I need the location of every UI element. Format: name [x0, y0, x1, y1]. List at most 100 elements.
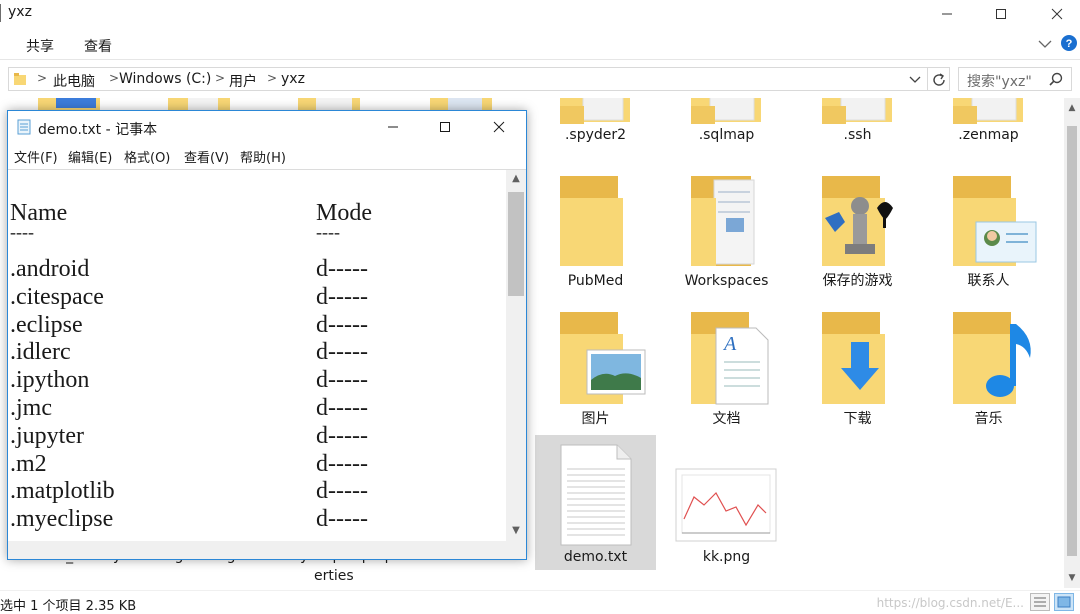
menu-format[interactable]: 格式(O) [124, 147, 170, 166]
scroll-down-arrow-icon[interactable]: ▼ [506, 522, 526, 540]
ribbon: 共享 查看 ? [0, 28, 1080, 60]
folder-item-ssh[interactable]: .ssh [797, 98, 918, 144]
close-icon [493, 121, 505, 133]
large-icons-view-icon [1057, 596, 1071, 608]
folder-item-workspaces[interactable]: Workspaces [666, 168, 787, 290]
documents-icon: A [666, 306, 787, 410]
music-icon [928, 306, 1049, 410]
help-icon[interactable]: ? [1060, 34, 1078, 52]
maximize-button[interactable] [978, 0, 1024, 28]
explorer-title: yxz [8, 4, 32, 20]
folder-item-spyder2[interactable]: .spyder2 [535, 98, 656, 144]
image-file-icon [666, 435, 787, 548]
notepad-minimize-button[interactable] [370, 111, 416, 143]
notepad-app-icon [17, 119, 31, 135]
scroll-down-arrow-icon[interactable]: ▼ [1067, 572, 1077, 584]
row-mode: d----- [316, 339, 368, 365]
desktop: { "explorer": { "title": "yxz", "ribbon_… [0, 0, 1080, 614]
menu-view[interactable]: 查看(V) [184, 147, 229, 166]
file-item-demo-txt[interactable]: demo.txt [535, 435, 656, 570]
folder-item-saved-games[interactable]: 保存的游戏 [797, 168, 918, 290]
row-mode: d----- [316, 312, 368, 338]
notepad-scrollbar[interactable]: ▲ ▼ [506, 169, 526, 541]
scroll-up-arrow-icon[interactable]: ▲ [506, 170, 526, 188]
item-label: .sqlmap [698, 127, 755, 143]
folder-icon [928, 98, 1049, 126]
header-name-rule: ---- [10, 222, 34, 242]
scrollbar-thumb[interactable] [1067, 126, 1077, 556]
folder-icon [535, 98, 656, 126]
menu-edit[interactable]: 编辑(E) [68, 147, 112, 166]
explorer-titlebar: yxz [0, 0, 1080, 28]
minimize-button[interactable] [924, 0, 970, 28]
menu-help[interactable]: 帮助(H) [240, 147, 286, 166]
item-label: PubMed [567, 273, 624, 289]
breadcrumb-this-pc[interactable]: 此电脑 [53, 71, 95, 91]
row-name: .jmc [10, 395, 52, 421]
contacts-icon [928, 168, 1049, 272]
folder-item-pubmed[interactable]: PubMed [535, 168, 656, 290]
search-icon [1049, 72, 1063, 86]
tab-share[interactable]: 共享 [26, 36, 54, 56]
tab-view[interactable]: 查看 [84, 36, 112, 56]
notepad-menubar: 文件(F) 编辑(E) 格式(O) 查看(V) 帮助(H) [8, 145, 526, 167]
item-label: Workspaces [684, 273, 769, 289]
maximize-icon [996, 9, 1006, 19]
notepad-window[interactable]: demo.txt - 记事本 文件(F) 编辑(E) 格式(O) 查看(V) 帮… [7, 110, 527, 560]
details-view-button[interactable] [1030, 593, 1050, 611]
refresh-icon[interactable] [931, 72, 947, 88]
breadcrumb-yxz[interactable]: yxz [281, 71, 305, 87]
item-label: 联系人 [967, 273, 1010, 289]
scroll-up-arrow-icon[interactable]: ▲ [1067, 102, 1077, 114]
notepad-close-button[interactable] [476, 111, 522, 143]
item-label: 音乐 [974, 411, 1003, 427]
row-name: .m2 [10, 451, 47, 477]
row-mode: d----- [316, 478, 368, 504]
breadcrumb-separator-icon: > [215, 71, 226, 85]
minimize-icon [388, 126, 398, 128]
notepad-text-area[interactable]: Name Mode ---- ---- .android d----- .cites… [8, 169, 506, 541]
large-icons-view-button[interactable] [1054, 593, 1074, 611]
header-mode-rule: ---- [316, 222, 340, 242]
breadcrumb-separator-icon: > [267, 71, 278, 85]
item-label: .ssh [843, 127, 872, 143]
notepad-bottom-edge [8, 541, 526, 559]
row-name: .citespace [10, 284, 104, 310]
breadcrumb-drive[interactable]: Windows (C:) [119, 71, 211, 87]
text-file-icon [535, 435, 656, 548]
folder-item-downloads[interactable]: 下载 [797, 306, 918, 428]
ribbon-expand-chevron-icon[interactable] [1038, 39, 1052, 49]
folder-item-sqlmap[interactable]: .sqlmap [666, 98, 787, 144]
folder-item-documents[interactable]: A 文档 [666, 306, 787, 428]
folder-documents-icon [666, 168, 787, 272]
folder-item-contacts[interactable]: 联系人 [928, 168, 1049, 290]
folder-item-pictures[interactable]: 图片 [535, 306, 656, 428]
behind-label-wrap: erties [314, 568, 354, 584]
folder-icon [666, 98, 787, 126]
item-label: .zenmap [958, 127, 1019, 143]
file-item-kk-png[interactable]: kk.png [666, 435, 787, 566]
notepad-maximize-button[interactable] [422, 111, 468, 143]
notepad-title: demo.txt - 记事本 [38, 122, 158, 138]
pictures-icon [535, 306, 656, 410]
folder-icon [535, 168, 656, 272]
notepad-titlebar[interactable]: demo.txt - 记事本 [8, 111, 526, 143]
close-button[interactable] [1034, 0, 1080, 28]
item-label: .spyder2 [564, 127, 627, 143]
saved-games-icon [797, 168, 918, 272]
folder-small-icon [14, 73, 26, 85]
search-input[interactable]: 搜索"yxz" [958, 67, 1072, 91]
notepad-scrollbar-thumb[interactable] [508, 192, 524, 296]
item-label: demo.txt [563, 549, 628, 565]
item-label: 保存的游戏 [822, 273, 893, 289]
svg-text:A: A [722, 333, 737, 355]
row-mode: d----- [316, 451, 368, 477]
folder-item-music[interactable]: 音乐 [928, 306, 1049, 428]
history-dropdown-icon[interactable] [909, 76, 921, 84]
menu-file[interactable]: 文件(F) [14, 147, 58, 166]
folder-item-zenmap[interactable]: .zenmap [928, 98, 1049, 144]
breadcrumb-users[interactable]: 用户 [229, 71, 257, 91]
explorer-scrollbar[interactable]: ▲ ▼ [1064, 98, 1080, 588]
item-label: 下载 [843, 411, 872, 427]
address-bar[interactable]: > 此电脑 > Windows (C:) > 用户 > yxz [8, 67, 950, 91]
